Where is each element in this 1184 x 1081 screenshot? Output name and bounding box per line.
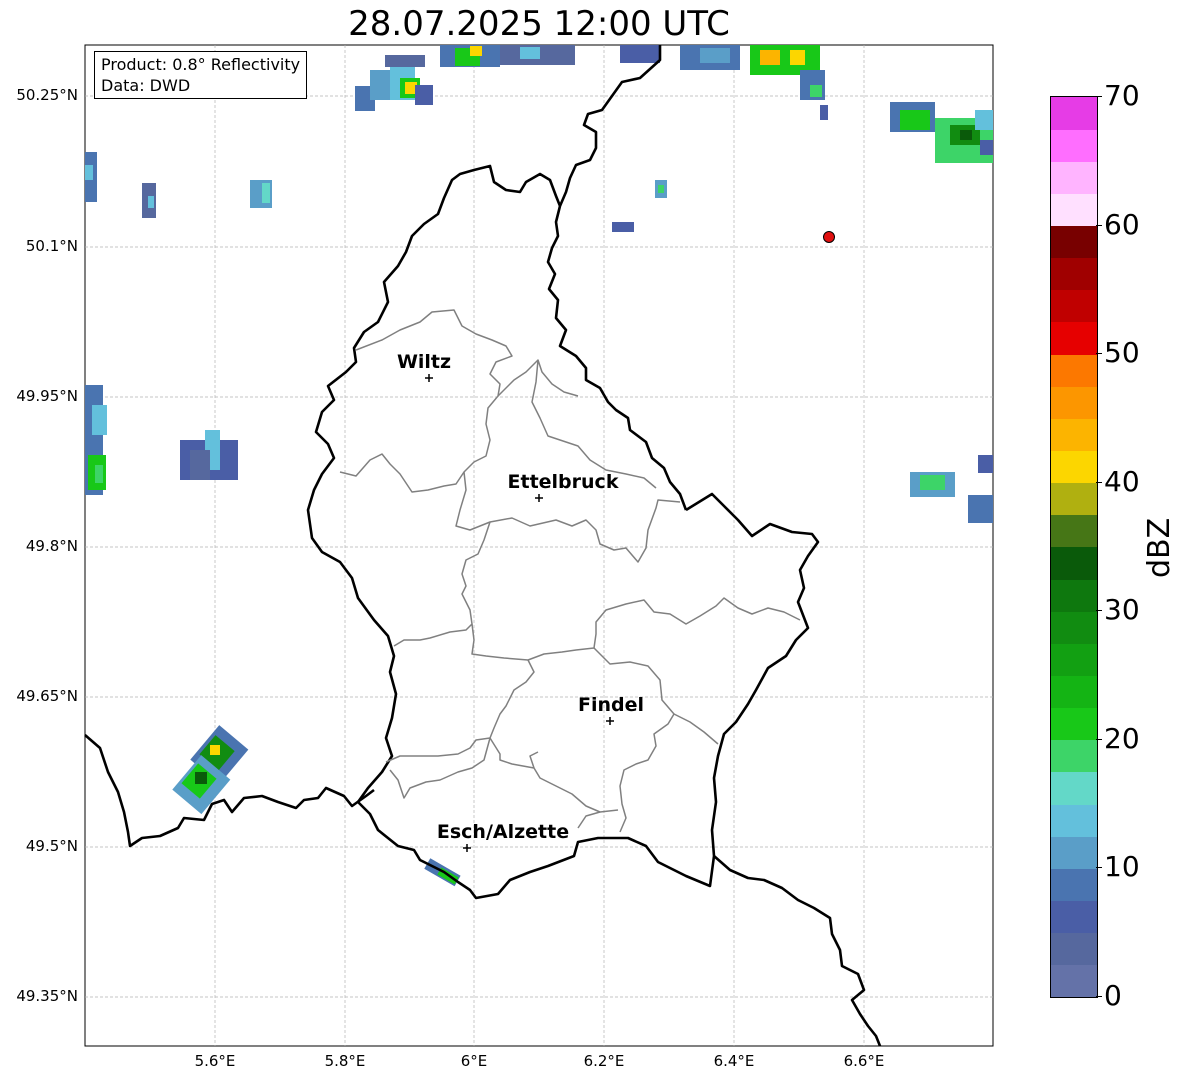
colorbar-tick: [1096, 225, 1102, 226]
colorbar-tick: [1096, 739, 1102, 740]
reflectivity-colorbar: [1050, 96, 1098, 998]
lon-label: 6.2°E: [583, 1052, 625, 1070]
colorbar-segment: [1051, 482, 1097, 516]
colorbar-segment: [1051, 804, 1097, 837]
colorbar-tick: [1096, 96, 1102, 97]
colorbar-unit-label: dBZ: [1142, 517, 1177, 578]
lat-label: 49.5°N: [25, 837, 78, 855]
colorbar-segment: [1051, 225, 1097, 259]
colorbar-segment: [1051, 450, 1097, 484]
colorbar-segment: [1051, 675, 1097, 709]
colorbar-segment: [1051, 257, 1097, 291]
colorbar-tick: [1096, 996, 1102, 997]
colorbar-label: 0: [1104, 979, 1122, 1012]
colorbar-tick: [1096, 610, 1102, 611]
colorbar-segment: [1051, 611, 1097, 644]
colorbar-segment: [1051, 579, 1097, 612]
colorbar-segment: [1051, 354, 1097, 387]
city-label-wiltz: Wiltz: [397, 351, 451, 373]
colorbar-segment: [1051, 772, 1097, 805]
lon-label: 6°E: [460, 1052, 488, 1070]
colorbar-segment: [1051, 547, 1097, 580]
map-frame: [84, 44, 994, 1047]
lon-label: 5.8°E: [324, 1052, 366, 1070]
colorbar-segment: [1051, 932, 1097, 966]
lon-label: 6.4°E: [713, 1052, 755, 1070]
colorbar-segment: [1051, 739, 1097, 773]
lat-label: 50.1°N: [25, 237, 78, 255]
radar-map: Wiltz Ettelbruck Findel Esch/Alzette: [84, 44, 994, 1047]
colorbar-segment: [1051, 418, 1097, 452]
colorbar-segment: [1051, 868, 1097, 902]
colorbar-label: 30: [1104, 593, 1140, 626]
colorbar-segment: [1051, 514, 1097, 548]
colorbar-label: 10: [1104, 850, 1140, 883]
colorbar-segment: [1051, 129, 1097, 162]
colorbar-segment: [1051, 322, 1097, 355]
colorbar-label: 20: [1104, 722, 1140, 755]
colorbar-segment: [1051, 964, 1097, 998]
colorbar-segment: [1051, 386, 1097, 419]
colorbar-label: 40: [1104, 465, 1140, 498]
colorbar-label: 70: [1104, 79, 1140, 112]
product-text: Product: 0.8° Reflectivity: [101, 55, 301, 74]
colorbar-tick: [1096, 353, 1102, 354]
lon-label: 5.6°E: [194, 1052, 236, 1070]
location-marker: [823, 231, 835, 243]
lat-label: 50.25°N: [16, 86, 78, 104]
colorbar-segment: [1051, 643, 1097, 677]
colorbar-segment: [1051, 97, 1097, 130]
city-label-ettelbruck: Ettelbruck: [508, 471, 619, 493]
product-info-box: Product: 0.8° Reflectivity Data: DWD: [94, 51, 308, 99]
lat-label: 49.95°N: [16, 387, 78, 405]
lat-label: 49.8°N: [25, 537, 78, 555]
colorbar-tick: [1096, 867, 1102, 868]
colorbar-segment: [1051, 707, 1097, 741]
colorbar-label: 60: [1104, 208, 1140, 241]
data-source-text: Data: DWD: [101, 76, 191, 95]
colorbar-segment: [1051, 836, 1097, 869]
colorbar-segment: [1051, 161, 1097, 194]
lat-label: 49.35°N: [16, 987, 78, 1005]
lon-label: 6.6°E: [843, 1052, 885, 1070]
colorbar-segment: [1051, 289, 1097, 323]
colorbar-segment: [1051, 193, 1097, 227]
city-label-findel: Findel: [578, 694, 644, 716]
colorbar-segment: [1051, 900, 1097, 934]
colorbar-label: 50: [1104, 336, 1140, 369]
colorbar-tick: [1096, 482, 1102, 483]
city-label-esch-alzette: Esch/Alzette: [437, 821, 569, 843]
lat-label: 49.65°N: [16, 687, 78, 705]
